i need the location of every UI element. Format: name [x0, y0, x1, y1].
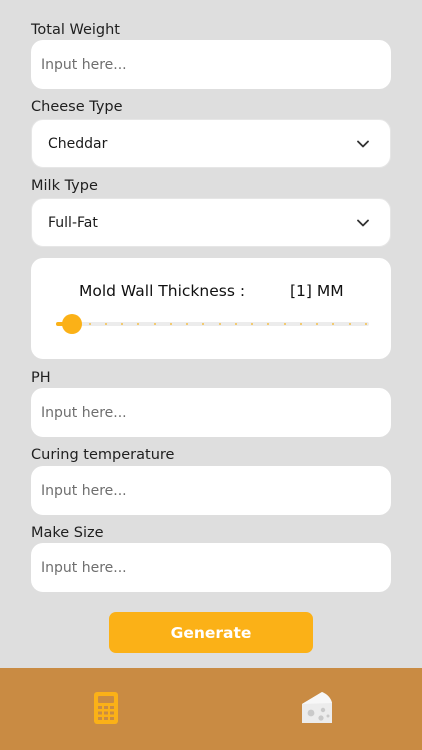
ph-input[interactable]: Input here... [31, 388, 391, 437]
total-weight-label: Total Weight [31, 22, 120, 38]
slider-tick [88, 323, 91, 325]
ph-placeholder: Input here... [41, 404, 127, 421]
slider-tick [283, 323, 286, 325]
slider-tick [169, 323, 172, 325]
make-size-placeholder: Input here... [41, 559, 127, 576]
slider-tick [348, 323, 351, 325]
curing-temperature-input[interactable]: Input here... [31, 466, 391, 515]
milk-type-select[interactable]: Full-Fat [31, 198, 391, 247]
total-weight-input[interactable]: Input here... [31, 40, 391, 89]
chevron-down-icon [356, 137, 370, 151]
mold-wall-thickness-value: [1] MM [290, 282, 344, 300]
slider-tick [104, 323, 107, 325]
ph-label: PH [31, 370, 51, 386]
cheese-type-select[interactable]: Cheddar [31, 119, 391, 168]
slider-tick [234, 323, 237, 325]
mold-wall-thickness-title: Mold Wall Thickness : [79, 282, 246, 300]
cheese-icon [302, 692, 332, 723]
curing-temperature-label: Curing temperature [31, 447, 175, 463]
make-size-input[interactable]: Input here... [31, 543, 391, 592]
slider-tick [299, 323, 302, 325]
curing-temperature-placeholder: Input here... [41, 482, 127, 499]
slider-tick [365, 323, 367, 325]
slider-thumb[interactable] [62, 314, 82, 334]
cheese-type-label: Cheese Type [31, 99, 123, 115]
make-size-label: Make Size [31, 525, 104, 541]
slider-tick [218, 323, 221, 325]
tab-cheese[interactable] [299, 688, 335, 728]
milk-type-label: Milk Type [31, 178, 98, 194]
total-weight-placeholder: Input here... [41, 56, 127, 73]
chevron-down-icon [356, 216, 370, 230]
bottom-tab-bar [0, 668, 422, 750]
generate-button[interactable]: Generate [109, 612, 313, 653]
cheese-type-value: Cheddar [48, 135, 108, 152]
slider-track [56, 322, 369, 326]
cheese-calculator-screen: Total Weight Input here... Cheese Type C… [0, 0, 422, 750]
milk-type-value: Full-Fat [48, 214, 98, 231]
mold-wall-thickness-slider[interactable] [56, 314, 369, 334]
slider-tick [153, 323, 156, 325]
mold-wall-thickness-card: Mold Wall Thickness : [1] MM [31, 258, 391, 359]
tab-calculator[interactable] [93, 691, 119, 725]
calculator-icon [94, 692, 118, 724]
